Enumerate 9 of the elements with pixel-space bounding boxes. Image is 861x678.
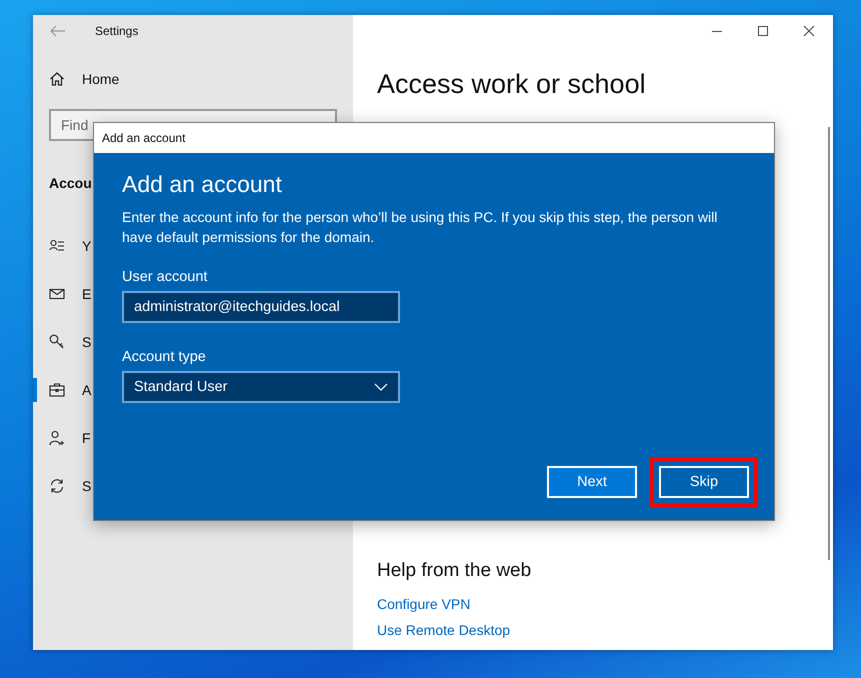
dialog-title: Add an account xyxy=(94,123,774,153)
window-title: Settings xyxy=(95,24,138,38)
dialog-description: Enter the account info for the person who’ll be using this PC. If you skip this step, the person will have default permissions for the domain. xyxy=(122,208,718,247)
field-label: Account type xyxy=(122,349,207,365)
dialog-heading: Add an account xyxy=(122,171,283,198)
section-heading: Accou xyxy=(49,175,92,191)
page-title: Access work or school xyxy=(377,69,647,100)
field-label: User account xyxy=(122,269,208,285)
section-heading: Help from the web xyxy=(377,560,532,582)
